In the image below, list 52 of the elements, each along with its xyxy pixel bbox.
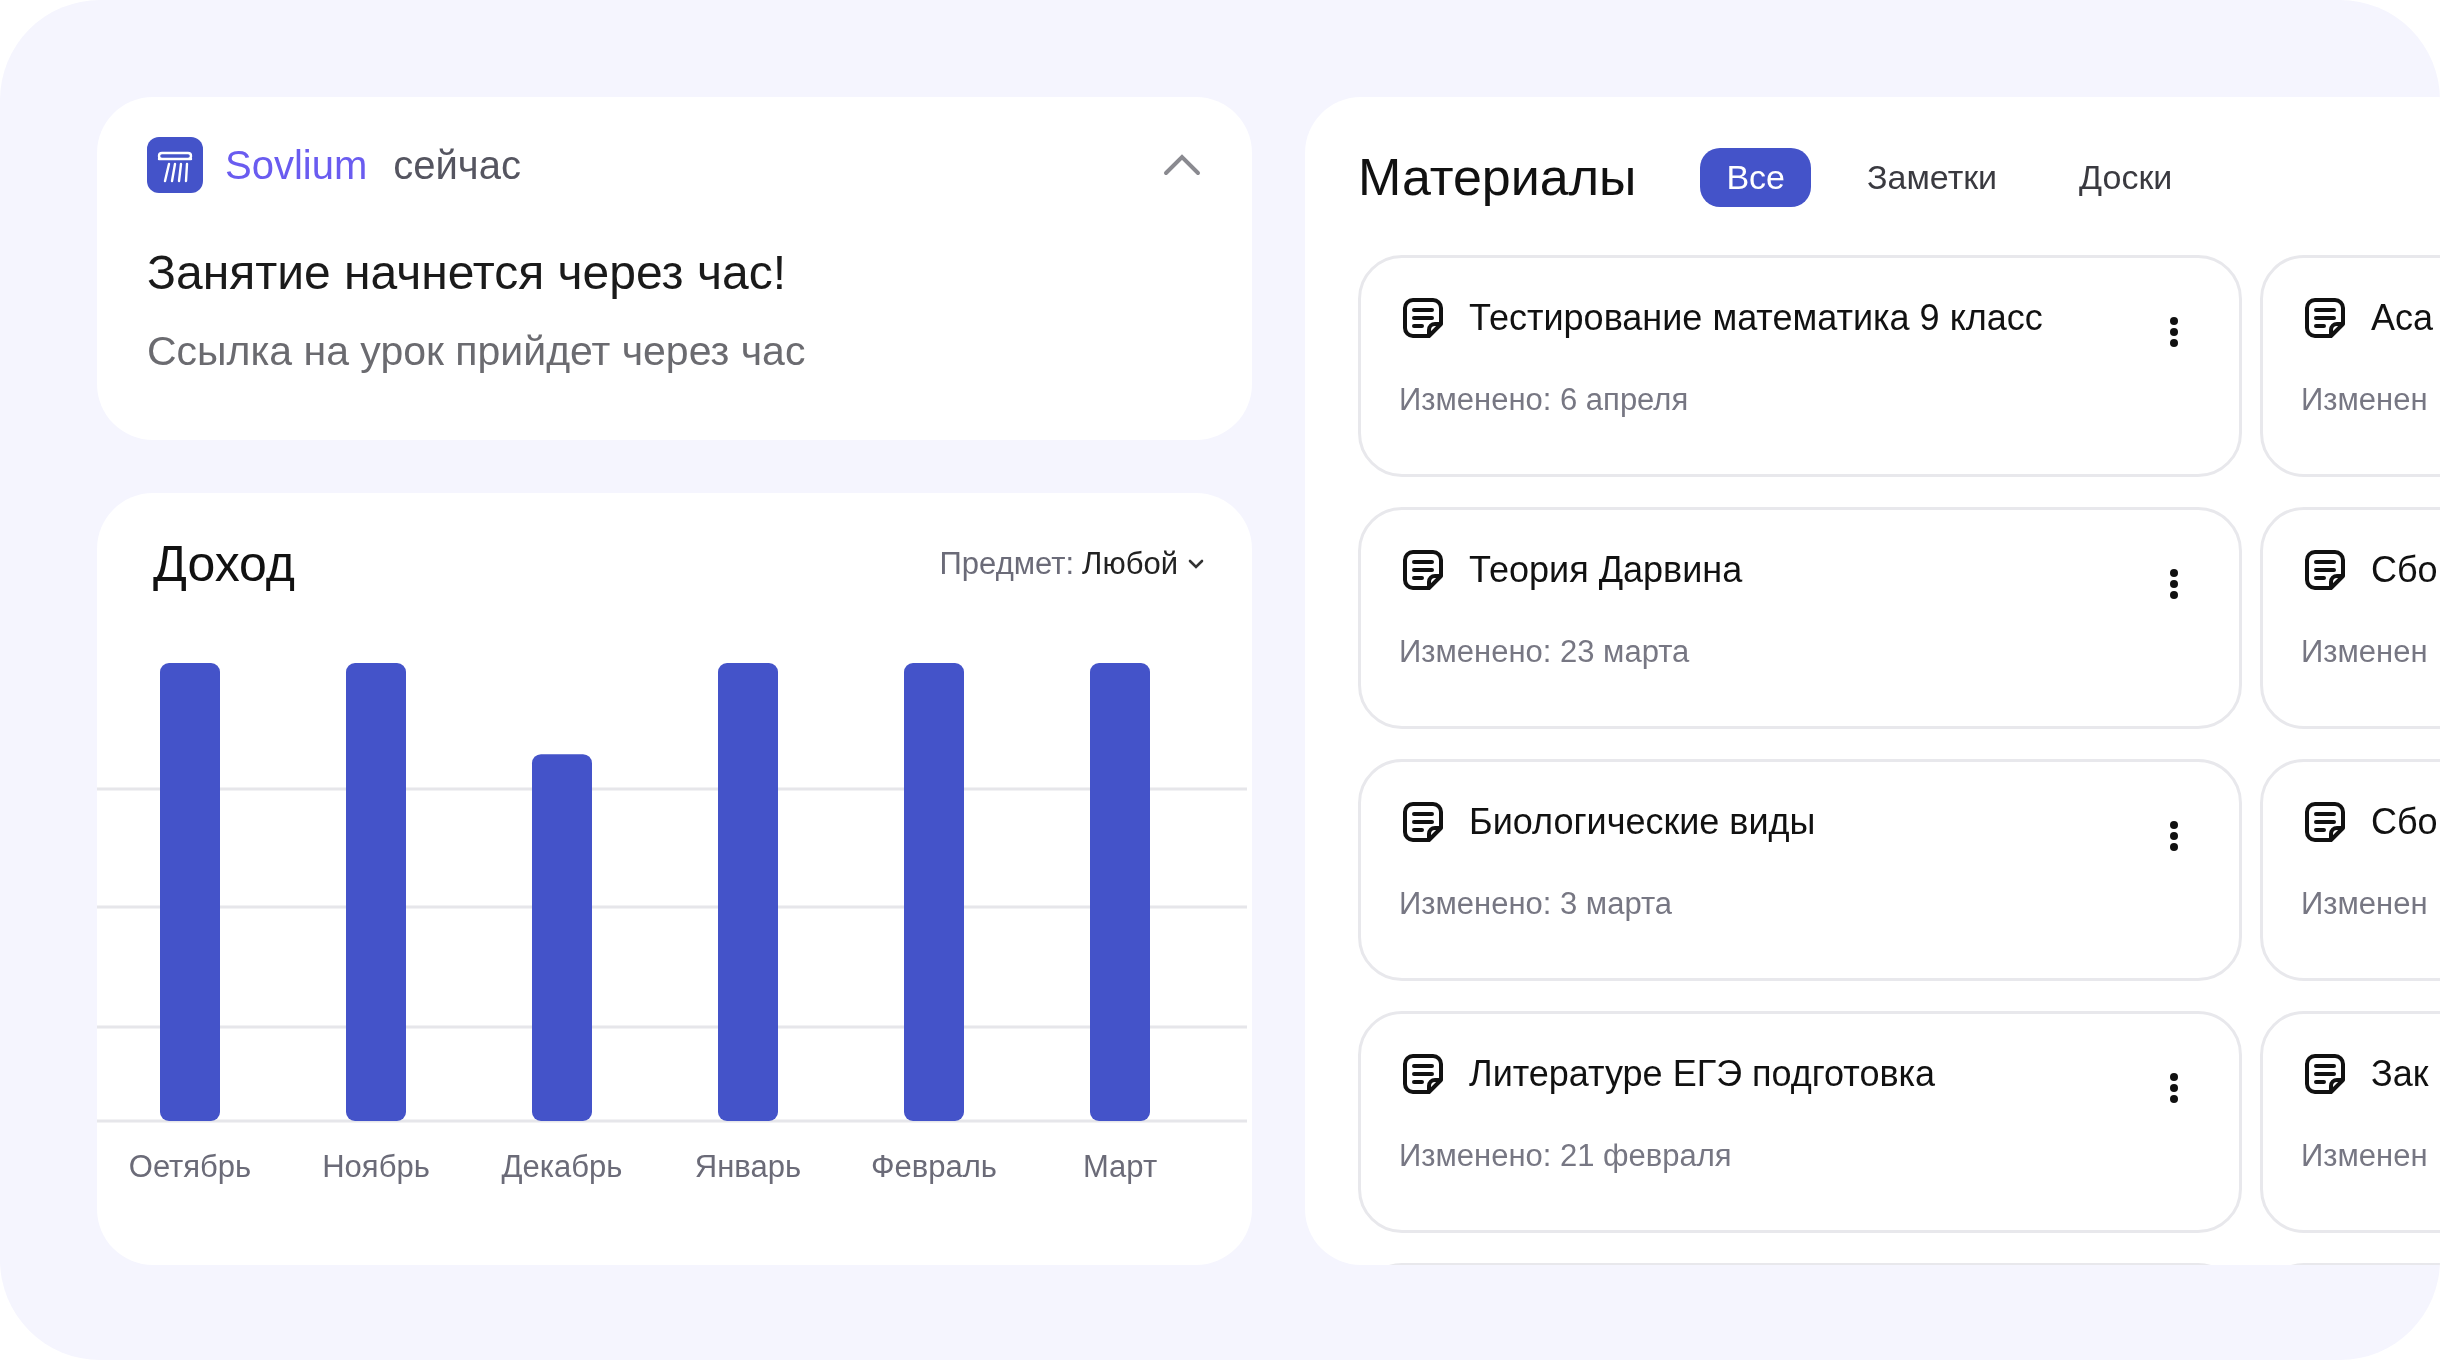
material-title: Тестирование математика 9 класс <box>1469 297 2043 339</box>
material-title: Биологические виды <box>1469 801 1816 843</box>
material-card[interactable]: Сбо Изменен <box>2260 759 2440 981</box>
materials-title: Материалы <box>1358 147 1637 207</box>
app-name: Sovlium <box>225 142 368 188</box>
notification-time: сейчас <box>393 142 521 188</box>
modified-date: Изменен <box>2301 382 2429 418</box>
modified-date: Изменено: 23 марта <box>1399 634 1691 670</box>
notification-title: Занятие начнется через час! <box>147 245 787 300</box>
month-label: Оетябрь <box>127 1149 253 1185</box>
material-title: Литературе ЕГЭ подготовка <box>1469 1053 1936 1095</box>
logo-icon <box>147 137 203 193</box>
chevron-down-icon <box>1186 557 1206 571</box>
income-title: Доход <box>153 535 295 593</box>
modified-date: Изменен <box>2301 634 2429 670</box>
month-label: Январь <box>693 1149 803 1185</box>
more-button[interactable] <box>2169 820 2179 852</box>
more-button[interactable] <box>2169 568 2179 600</box>
material-title: Сбо <box>2371 801 2438 843</box>
material-card[interactable]: Аса Изменен <box>2260 255 2440 477</box>
filter-tab[interactable]: Все <box>1700 147 1812 207</box>
material-card[interactable]: Литературе ЕГЭ подготовка Изменено: 21 февраля <box>1358 1011 2242 1233</box>
subject-dropdown[interactable]: Предмет: Любой <box>939 546 1206 582</box>
chevron-icon <box>1162 153 1202 177</box>
more-icon <box>2169 1072 2179 1104</box>
more-icon <box>2169 568 2179 600</box>
material-card[interactable]: Тестирование математика 9 класс Изменено: 6 апреля <box>1358 255 2242 477</box>
more-icon <box>2169 316 2179 348</box>
month-label: Декабрь <box>500 1149 624 1185</box>
month-label: Март <box>1081 1149 1159 1185</box>
modified-date: Изменено: 3 марта <box>1399 886 1674 922</box>
filter-tab[interactable]: Доски <box>2053 147 2199 207</box>
month-label: Февраль <box>870 1149 998 1185</box>
material-card[interactable]: Зак Изменен <box>2260 1011 2440 1233</box>
month-label: Ноябрь <box>321 1149 431 1185</box>
more-icon <box>2169 820 2179 852</box>
modified-date: Изменено: 21 февраля <box>1399 1138 1733 1174</box>
material-title: Аса <box>2371 297 2434 339</box>
modified-date: Изменено: 6 апреля <box>1399 382 1690 418</box>
notification-text: Ссылка на урок прийдет через час <box>147 328 807 375</box>
collapse-button[interactable] <box>1162 153 1202 177</box>
material-card[interactable]: Биологические виды Изменено: 3 марта <box>1358 759 2242 981</box>
material-card[interactable]: Сбо Изменен <box>2260 507 2440 729</box>
material-title: Теория Дарвина <box>1469 549 1743 591</box>
material-title: Зак <box>2371 1053 2429 1095</box>
modified-date: Изменен <box>2301 1138 2429 1174</box>
material-title: Сбо <box>2371 549 2438 591</box>
modified-date: Изменен <box>2301 886 2429 922</box>
more-button[interactable] <box>2169 316 2179 348</box>
material-card[interactable]: Теория Дарвина Изменено: 23 марта <box>1358 507 2242 729</box>
filter-tab[interactable]: Заметки <box>1841 147 2024 207</box>
more-button[interactable] <box>2169 1072 2179 1104</box>
